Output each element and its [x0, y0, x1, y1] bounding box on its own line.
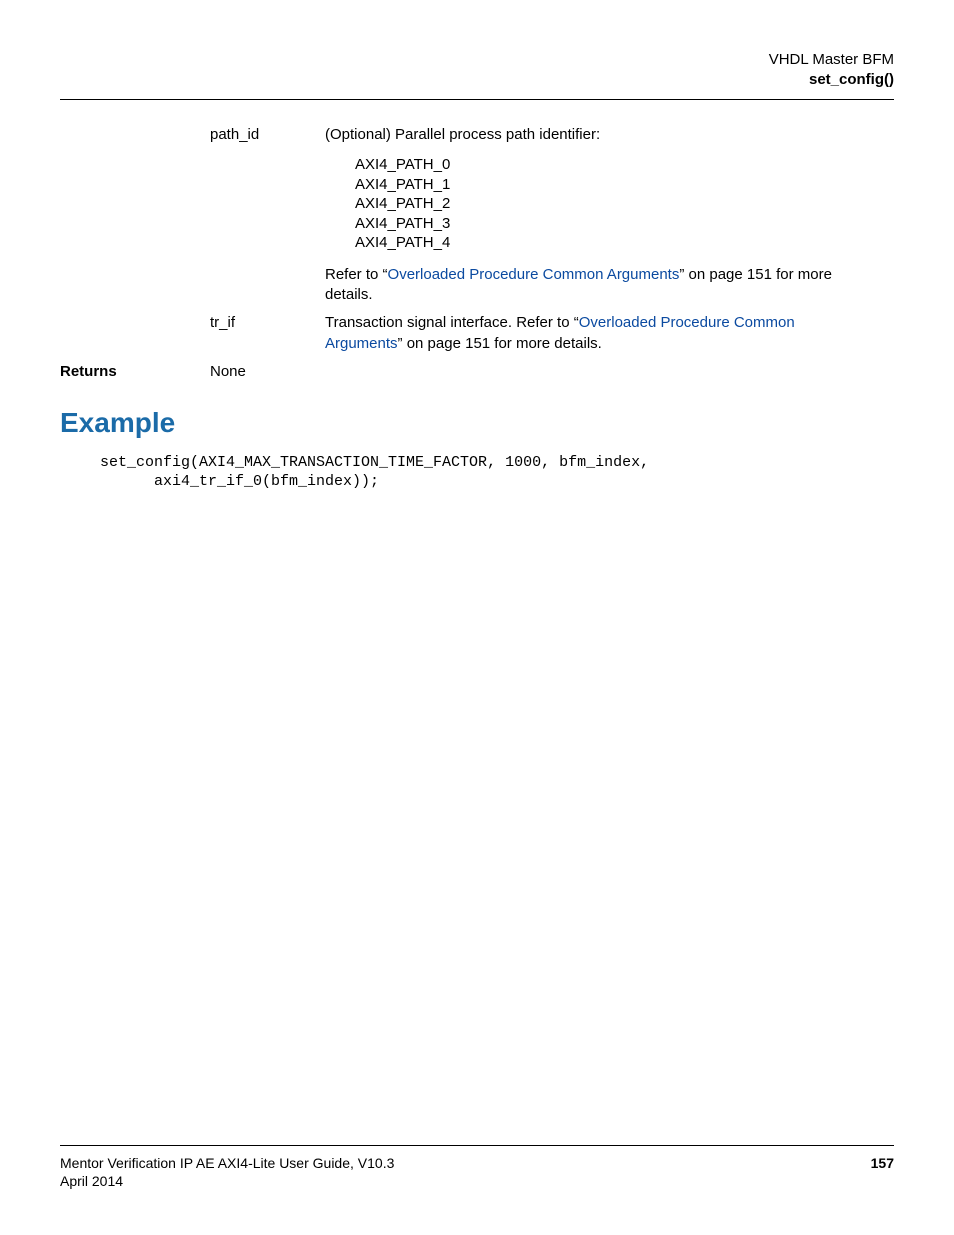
param-row-path-id: path_id (Optional) Parallel process path… [60, 125, 894, 305]
enum-item: AXI4_PATH_2 [355, 194, 864, 214]
header-section: VHDL Master BFM [60, 50, 894, 70]
param-ref-text: Refer to “Overloaded Procedure Common Ar… [325, 265, 864, 306]
returns-label: Returns [60, 362, 210, 382]
example-code: set_config(AXI4_MAX_TRANSACTION_TIME_FAC… [100, 454, 894, 492]
ref-link[interactable]: Overloaded Procedure Common Arguments [388, 266, 680, 283]
param-row-tr-if: tr_if Transaction signal interface. Refe… [60, 313, 894, 354]
param-label-empty [60, 125, 210, 305]
footer-page-number: 157 [871, 1154, 894, 1190]
enum-item: AXI4_PATH_1 [355, 175, 864, 195]
footer-title: Mentor Verification IP AE AXI4-Lite User… [60, 1154, 394, 1172]
footer-date: April 2014 [60, 1172, 394, 1190]
ref-pre: Transaction signal interface. Refer to “ [325, 314, 579, 331]
enum-item: AXI4_PATH_4 [355, 233, 864, 253]
ref-post: ” on page 151 for more details. [398, 335, 602, 352]
param-name: tr_if [210, 313, 325, 354]
param-name: path_id [210, 125, 325, 305]
param-desc-text: (Optional) Parallel process path identif… [325, 125, 864, 145]
returns-empty [325, 362, 894, 382]
header-topic: set_config() [60, 70, 894, 90]
returns-value: None [210, 362, 325, 382]
page-footer: Mentor Verification IP AE AXI4-Lite User… [60, 1145, 894, 1190]
page-header: VHDL Master BFM set_config() [60, 50, 894, 100]
returns-row: Returns None [60, 362, 894, 382]
ref-pre: Refer to “ [325, 266, 388, 283]
param-enum-list: AXI4_PATH_0 AXI4_PATH_1 AXI4_PATH_2 AXI4… [325, 155, 864, 253]
enum-item: AXI4_PATH_0 [355, 155, 864, 175]
param-desc: (Optional) Parallel process path identif… [325, 125, 894, 305]
footer-left: Mentor Verification IP AE AXI4-Lite User… [60, 1154, 394, 1190]
example-heading: Example [60, 407, 894, 439]
param-label-empty [60, 313, 210, 354]
param-desc: Transaction signal interface. Refer to “… [325, 313, 894, 354]
enum-item: AXI4_PATH_3 [355, 214, 864, 234]
